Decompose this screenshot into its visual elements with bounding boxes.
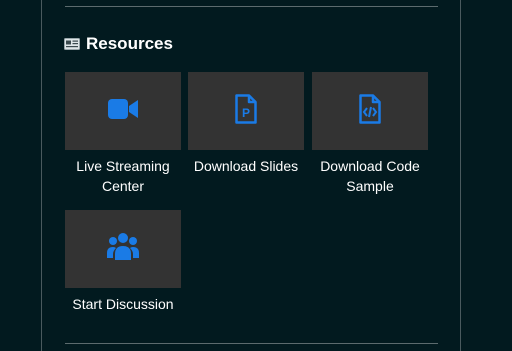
tile-label: Start Discussion	[72, 296, 174, 312]
ppt-file-icon: P	[235, 93, 257, 129]
users-group-icon	[107, 232, 139, 267]
newspaper-icon	[64, 38, 80, 50]
top-divider	[65, 6, 438, 7]
start-discussion-tile[interactable]: Start Discussion	[65, 210, 181, 314]
svg-text:P: P	[242, 106, 250, 120]
resources-heading: Resources	[64, 33, 173, 55]
resources-title: Resources	[86, 34, 173, 53]
bottom-divider	[65, 343, 438, 344]
code-file-icon	[359, 93, 381, 129]
tile-label: Live Streaming Center	[76, 158, 170, 194]
tile-icon-box	[65, 72, 181, 150]
tile-icon-box	[65, 210, 181, 288]
video-camera-icon	[108, 98, 138, 125]
tile-icon-box	[312, 72, 428, 150]
live-streaming-center-tile[interactable]: Live Streaming Center	[65, 72, 181, 196]
tile-icon-box: P	[188, 72, 304, 150]
tile-label: Download Slides	[193, 158, 299, 174]
download-code-sample-tile[interactable]: Download Code Sample	[312, 72, 428, 196]
download-slides-tile[interactable]: P Download Slides	[188, 72, 304, 176]
tile-label: Download Code Sample	[320, 158, 420, 194]
